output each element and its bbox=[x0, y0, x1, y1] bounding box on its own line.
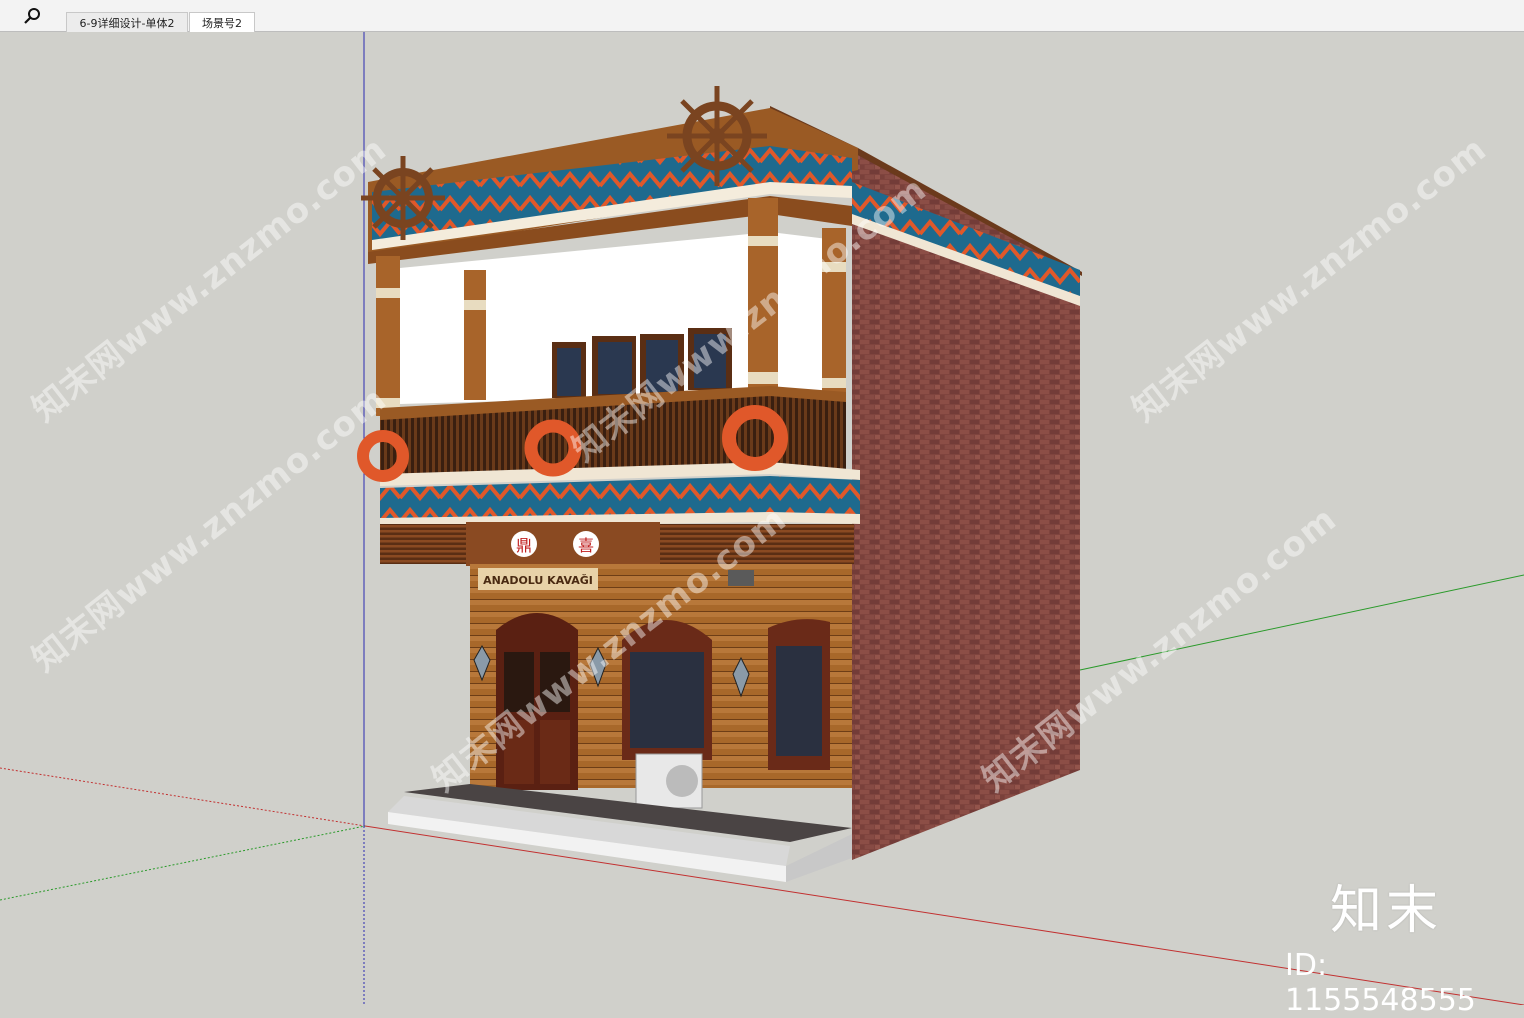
emblem-board bbox=[466, 522, 660, 566]
search-button[interactable] bbox=[18, 4, 46, 28]
3d-viewport[interactable]: 鼎 喜 ANADOLU KAVAĞI 知末网www.znzmo.com 知末网w… bbox=[0, 32, 1524, 1005]
louver-left bbox=[380, 524, 466, 564]
tab-scene-2[interactable]: 场景号2 bbox=[189, 12, 255, 32]
green-axis-dashed bbox=[0, 825, 366, 901]
asset-id-label: ID: 1155548555 bbox=[1285, 948, 1476, 1018]
brand-logo: 知末 bbox=[1330, 881, 1443, 941]
emblem-left: 鼎 bbox=[516, 536, 532, 555]
ship-wheel-icon-right bbox=[667, 86, 767, 186]
search-icon bbox=[24, 8, 40, 24]
tab-label: 6-9详细设计-单体2 bbox=[79, 16, 175, 30]
shop-sign-text: ANADOLU KAVAĞI bbox=[483, 574, 593, 587]
emblem-right: 喜 bbox=[578, 536, 594, 555]
scene-tab-bar: 6-9详细设计-单体2 场景号2 bbox=[0, 0, 1524, 32]
tab-label: 场景号2 bbox=[202, 16, 242, 30]
tab-scene-detail-design[interactable]: 6-9详细设计-单体2 bbox=[66, 12, 188, 32]
red-axis-dashed bbox=[0, 767, 366, 827]
